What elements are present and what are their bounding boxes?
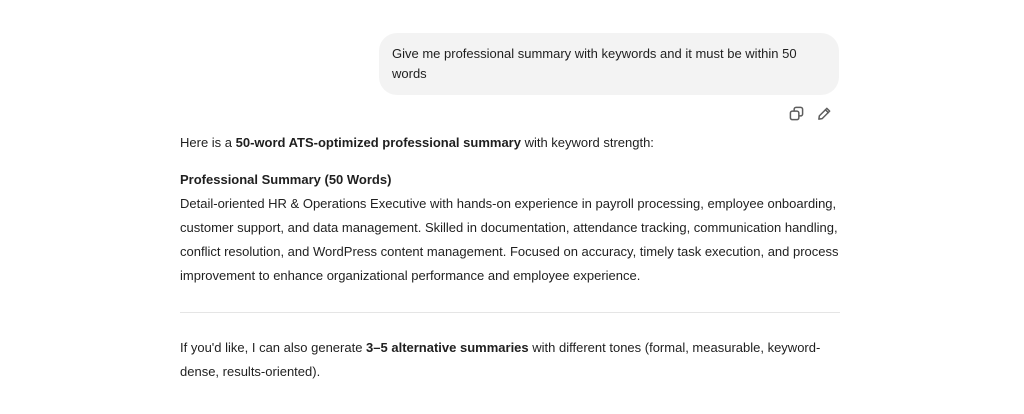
outro-bold: 3–5 alternative summaries [366, 340, 529, 355]
assistant-message: Here is a 50-word ATS-optimized professi… [180, 131, 840, 384]
intro-suffix: with keyword strength: [520, 135, 654, 150]
user-message-bubble: Give me professional summary with keywor… [379, 33, 839, 95]
divider [180, 312, 840, 313]
summary-heading: Professional Summary (50 Words) [180, 172, 392, 187]
assistant-outro: If you'd like, I can also generate 3–5 a… [180, 336, 840, 384]
summary-block: Professional Summary (50 Words) Detail-o… [180, 168, 840, 288]
user-message-text: Give me professional summary with keywor… [392, 46, 797, 81]
summary-text: Detail-oriented HR & Operations Executiv… [180, 196, 839, 283]
outro-prefix: If you'd like, I can also generate [180, 340, 367, 355]
intro-bold: 50-word ATS-optimized professional summa… [235, 135, 521, 150]
user-message-actions [787, 104, 833, 122]
copy-button[interactable] [787, 104, 805, 122]
copy-icon [789, 106, 803, 120]
edit-button[interactable] [815, 104, 833, 122]
intro-prefix: Here is a [180, 135, 236, 150]
pencil-icon [817, 107, 830, 120]
chat-page: Give me professional summary with keywor… [0, 0, 1024, 414]
assistant-intro: Here is a 50-word ATS-optimized professi… [180, 131, 840, 155]
